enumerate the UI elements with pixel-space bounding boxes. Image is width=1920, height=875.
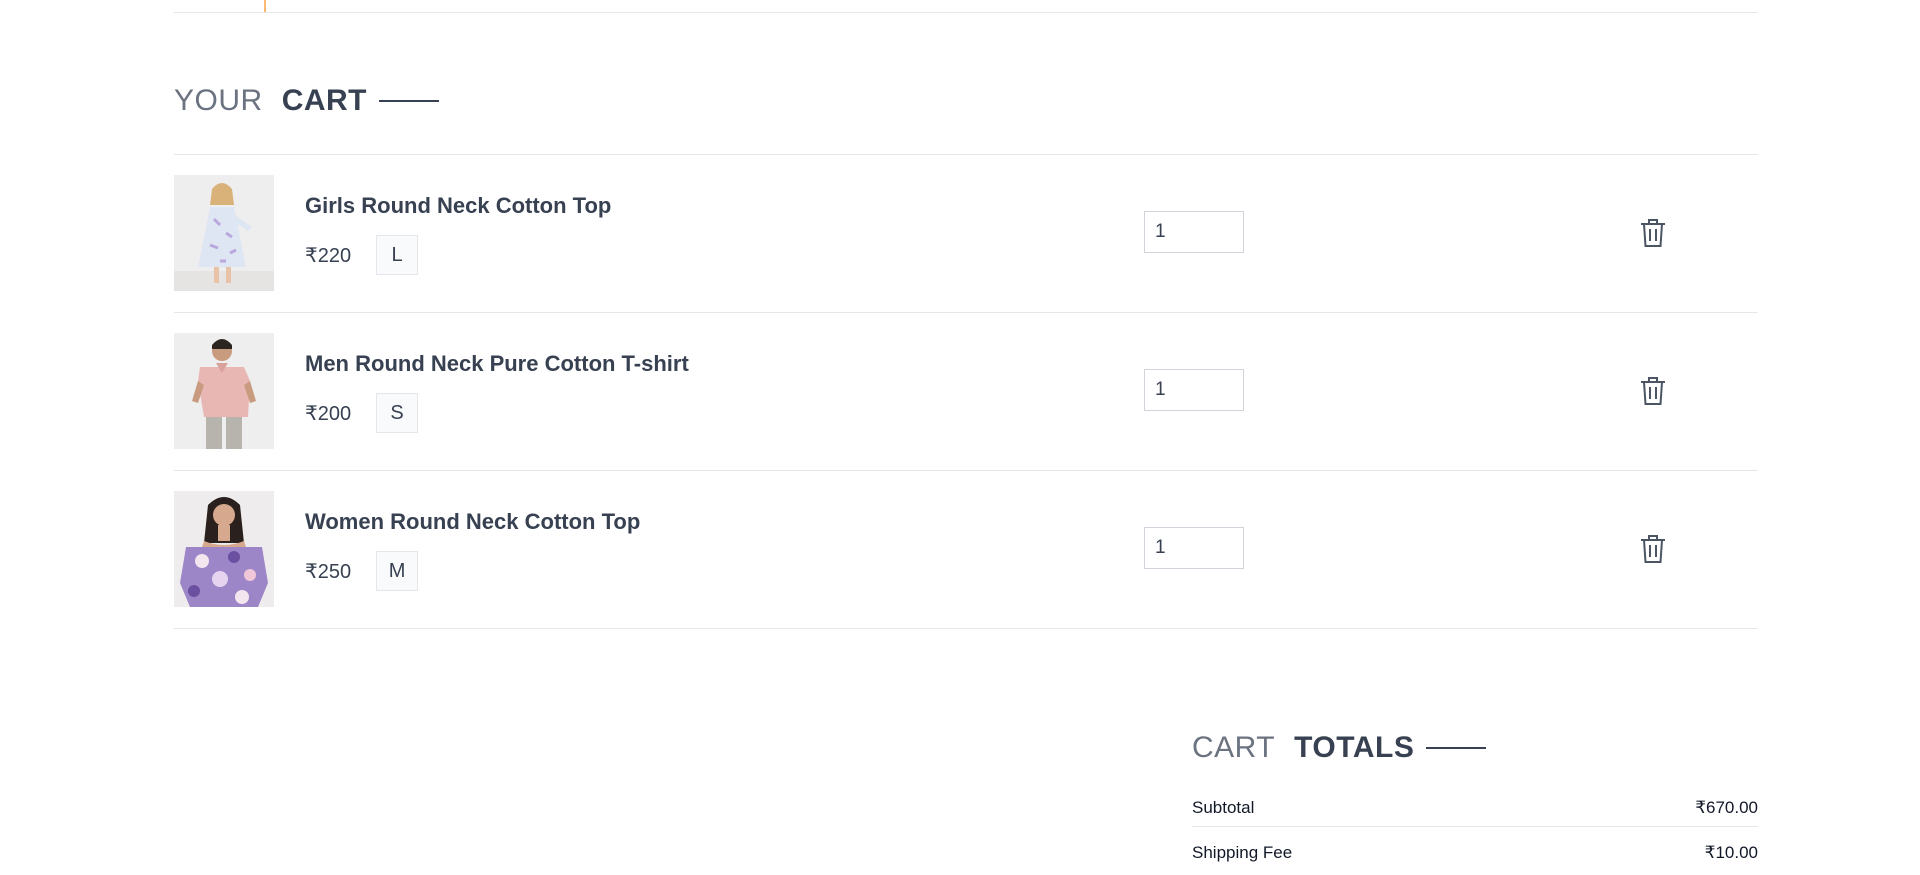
product-image-women-top bbox=[174, 491, 274, 607]
cart-heading-strong: CART bbox=[281, 84, 368, 117]
product-image-men-tshirt bbox=[174, 333, 274, 449]
product-name[interactable]: Women Round Neck Cotton Top bbox=[305, 509, 640, 535]
totals-heading-muted: CART bbox=[1192, 731, 1276, 764]
trash-icon[interactable] bbox=[1638, 217, 1668, 249]
product-meta: ₹200 S bbox=[305, 393, 419, 433]
product-price: ₹250 bbox=[305, 560, 352, 583]
trash-icon[interactable] bbox=[1638, 375, 1668, 407]
quantity-input[interactable] bbox=[1144, 211, 1244, 253]
cart-list: Girls Round Neck Cotton Top ₹220 L 1 Men… bbox=[174, 154, 1758, 629]
product-name[interactable]: Girls Round Neck Cotton Top bbox=[305, 193, 611, 219]
cart-item: Girls Round Neck Cotton Top ₹220 L bbox=[174, 155, 1758, 313]
size-badge: M bbox=[376, 551, 419, 591]
product-name[interactable]: Men Round Neck Pure Cotton T-shirt bbox=[305, 351, 689, 377]
subtotal-row: Subtotal ₹670.00 bbox=[1192, 790, 1758, 827]
totals-heading: CART TOTALS bbox=[1192, 731, 1487, 765]
quantity-input[interactable] bbox=[1144, 369, 1244, 411]
product-image-girls-top bbox=[174, 175, 274, 291]
cart-heading-muted: YOUR bbox=[174, 84, 263, 117]
shipping-value: ₹10.00 bbox=[1704, 843, 1758, 862]
product-price: ₹220 bbox=[305, 244, 352, 267]
top-accent-mark bbox=[264, 0, 266, 12]
product-meta: ₹220 L bbox=[305, 235, 419, 275]
heading-line bbox=[1426, 747, 1487, 749]
cart-item: Women Round Neck Cotton Top ₹250 M bbox=[174, 471, 1758, 629]
cart-heading: YOUR CART bbox=[174, 84, 440, 118]
heading-line bbox=[379, 100, 440, 102]
product-price: ₹200 bbox=[305, 402, 352, 425]
cart-item: Men Round Neck Pure Cotton T-shirt ₹200 … bbox=[174, 313, 1758, 471]
subtotal-label: Subtotal bbox=[1192, 798, 1255, 817]
trash-icon[interactable] bbox=[1638, 533, 1668, 565]
subtotal-value: ₹670.00 bbox=[1695, 798, 1758, 817]
quantity-input[interactable] bbox=[1144, 527, 1244, 569]
cart-totals: Subtotal ₹670.00 Shipping Fee ₹10.00 bbox=[1192, 790, 1758, 875]
shipping-row: Shipping Fee ₹10.00 bbox=[1192, 827, 1758, 875]
shipping-label: Shipping Fee bbox=[1192, 843, 1293, 862]
size-badge: S bbox=[376, 393, 419, 433]
top-divider bbox=[174, 12, 1758, 13]
product-meta: ₹250 M bbox=[305, 551, 419, 591]
totals-heading-strong: TOTALS bbox=[1294, 731, 1415, 764]
size-badge: L bbox=[376, 235, 419, 275]
